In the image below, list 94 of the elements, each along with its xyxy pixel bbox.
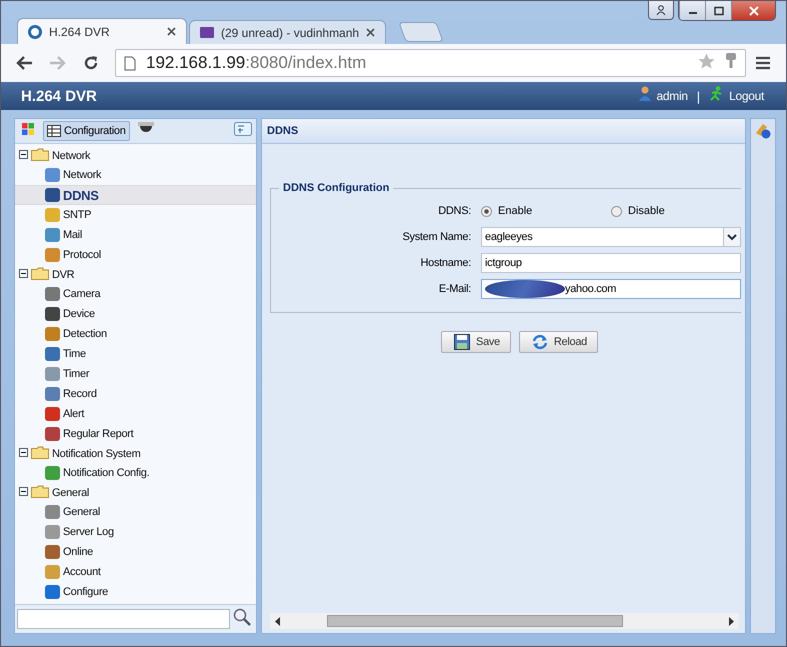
target-icon [28, 24, 42, 38]
refresh-icon [532, 334, 548, 350]
close-icon[interactable] [748, 6, 758, 16]
radio-option[interactable]: Enable [481, 205, 611, 217]
reload-icon[interactable] [83, 55, 99, 71]
item-icon [45, 208, 60, 222]
item-icon [45, 168, 60, 182]
item-icon [45, 505, 60, 519]
logout-link[interactable]: Logout [729, 89, 764, 103]
tree-item[interactable]: Account [15, 562, 256, 582]
item-icon [45, 248, 60, 262]
item-icon [45, 347, 60, 361]
tree-item[interactable]: Timer [15, 364, 256, 384]
scroll-left-icon[interactable] [275, 616, 281, 626]
item-icon [45, 188, 60, 202]
browser-tab[interactable]: H.264 DVR [17, 18, 187, 44]
item-icon [45, 525, 60, 539]
tree-folder[interactable]: General [52, 486, 90, 498]
scroll-right-icon[interactable] [728, 616, 734, 626]
tree-item[interactable]: General [15, 502, 256, 522]
folder-icon [31, 484, 49, 500]
field-label: Hostname: [420, 257, 471, 269]
panel-title: DDNS [262, 119, 745, 144]
close-icon[interactable] [366, 26, 376, 40]
configuration-button[interactable]: Configuration [43, 121, 130, 141]
field-label: System Name: [401, 231, 471, 243]
separator: | [696, 88, 700, 104]
tree-item[interactable]: Mail [15, 225, 256, 245]
address-bar[interactable]: 192.168.1.99:8080/index.htm [115, 49, 746, 77]
minimize-button[interactable] [679, 1, 705, 20]
item-icon [45, 287, 60, 301]
close-button[interactable] [731, 1, 775, 20]
search-field[interactable] [17, 609, 230, 629]
input-field[interactable]: yahoo.com [481, 279, 741, 299]
maximize-icon[interactable] [714, 6, 724, 16]
collapse-icon[interactable] [19, 268, 28, 280]
folder-icon [31, 446, 49, 462]
radio-icon[interactable] [611, 206, 622, 216]
folder-icon [31, 148, 49, 164]
horizontal-scrollbar[interactable] [270, 613, 739, 629]
tree-folder[interactable]: Network [52, 150, 90, 162]
tree-item[interactable]: Detection [15, 324, 256, 344]
input-field[interactable]: ictgroup [481, 253, 741, 273]
radio-option[interactable]: Disable [611, 205, 741, 217]
tree-item[interactable]: Configure [15, 582, 256, 602]
maximize-button[interactable] [705, 1, 731, 20]
envelope-icon [200, 27, 214, 38]
item-icon [45, 407, 60, 421]
item-icon [45, 427, 60, 441]
item-icon [45, 327, 60, 341]
item-icon [45, 585, 60, 599]
tree-item[interactable]: Online [15, 542, 256, 562]
item-icon [45, 228, 60, 242]
dropdown-field[interactable]: eagleeyes [481, 227, 741, 247]
close-icon[interactable] [167, 24, 176, 38]
item-icon [45, 565, 60, 579]
tree-item[interactable]: Time [15, 344, 256, 364]
chevron-icon[interactable] [723, 228, 740, 246]
tree-item[interactable]: Camera [15, 284, 256, 304]
user-icon[interactable] [648, 1, 674, 20]
tree-item[interactable]: Notification Config. [15, 463, 256, 483]
item-icon [45, 387, 60, 401]
tree-item[interactable]: Alert [15, 404, 256, 424]
collapse-icon[interactable] [19, 150, 28, 162]
folder-icon [31, 266, 49, 282]
collapse-icon[interactable] [19, 486, 28, 498]
tree-item[interactable]: Network [15, 165, 256, 185]
radio-icon[interactable] [481, 206, 492, 216]
collapse-icon[interactable] [19, 448, 28, 460]
item-icon [45, 545, 60, 559]
save-button[interactable]: Save [441, 331, 511, 353]
tree-folder[interactable]: DVR [52, 268, 74, 280]
browser-tab[interactable]: (29 unread) - vudinhmanh [189, 20, 386, 44]
field-label: E-Mail: [438, 283, 471, 295]
item-icon [45, 307, 60, 321]
tree-item[interactable]: DDNS [15, 185, 256, 205]
user-link[interactable]: admin [656, 89, 688, 103]
tree-item[interactable]: Record [15, 384, 256, 404]
tree-item[interactable]: SNTP [15, 205, 256, 225]
back-icon[interactable] [15, 55, 33, 71]
item-icon [45, 367, 60, 381]
tree-item[interactable]: Device [15, 304, 256, 324]
grid-icon [47, 125, 61, 137]
group-title: DDNS Configuration [282, 182, 390, 194]
tree-item[interactable]: Server Log [15, 522, 256, 542]
field-label: DDNS: [437, 205, 471, 217]
menu-icon[interactable] [756, 56, 770, 70]
page-icon [124, 56, 136, 70]
tree-folder[interactable]: Notification System [52, 448, 140, 460]
tree-item[interactable]: Protocol [15, 245, 256, 265]
tree-item[interactable]: Regular Report [15, 424, 256, 444]
item-icon [45, 466, 60, 480]
app-title: H.264 DVR [21, 88, 97, 104]
reload-button[interactable]: Reload [518, 331, 598, 353]
